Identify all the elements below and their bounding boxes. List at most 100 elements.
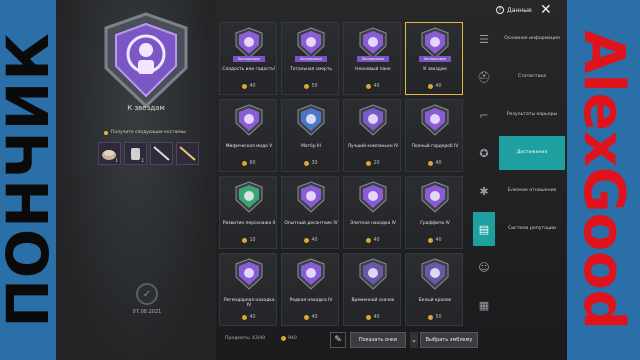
achievement-points: 40 <box>344 238 402 243</box>
reward-item[interactable]: 1 <box>98 142 121 165</box>
achievement-card[interactable]: Легендарная находка IV 40 <box>219 253 277 326</box>
achievement-points: 40 <box>344 84 402 89</box>
achievement-name: Граффити IV <box>420 221 450 226</box>
coin-icon <box>366 84 372 89</box>
achievement-name: Легендарная находка IV <box>223 298 275 308</box>
rabbit-icon <box>421 258 449 290</box>
coin-icon <box>304 315 310 320</box>
achievement-card[interactable]: Мифическая мода V 60 <box>219 99 277 172</box>
side-menu: Основная информация Статистика Результаты … <box>499 22 565 250</box>
achievement-card[interactable]: Граффити IV 40 <box>405 176 463 249</box>
achievement-card[interactable]: Лучший компаньон IV 20 <box>343 99 401 172</box>
punk-icon <box>359 27 387 59</box>
achievement-card[interactable]: Экипирован Неоновый панк 40 <box>343 22 401 95</box>
coin-icon <box>366 161 372 166</box>
achievement-points: 40 <box>220 84 278 89</box>
achievement-name: Тотальная смерть <box>290 67 332 72</box>
coin-icon <box>304 84 310 89</box>
reward-item[interactable] <box>150 142 173 165</box>
coin-icon <box>242 315 248 320</box>
achievement-card[interactable]: Экипирован Тотальная смерть 50 <box>281 22 339 95</box>
reward-note: Получите следующие костюмы: <box>104 130 214 135</box>
coin-icon <box>242 161 248 166</box>
reward-list: 1 1 <box>98 142 199 165</box>
achievement-points: 40 <box>344 315 402 320</box>
coin-icon <box>428 315 434 320</box>
achievements-screen: К звездам Получите следующие костюмы: 1 … <box>56 0 567 360</box>
achievement-name: Опытный десантник IV <box>284 221 338 226</box>
menu-item[interactable]: Статистика <box>499 60 565 94</box>
coin-icon <box>366 315 372 320</box>
achievement-name: Элитная находка IV <box>350 221 396 226</box>
achievement-name: Лучший компаньон IV <box>347 144 399 149</box>
menu-item[interactable]: Результаты карьеры <box>499 98 565 132</box>
reward-count: 1 <box>115 158 118 163</box>
achievement-card[interactable]: Развитие персонажа II 10 <box>219 176 277 249</box>
achievement-name: Матёр III <box>301 144 321 149</box>
points-value: 40 <box>373 84 380 89</box>
show-points-button[interactable]: Показать очки <box>350 332 406 348</box>
achievement-card[interactable]: Редкая находка IV 40 <box>281 253 339 326</box>
coin-icon <box>428 238 434 243</box>
coin-icon <box>366 238 372 243</box>
friends-icon[interactable]: ☺ <box>473 250 495 284</box>
data-button[interactable]: ? Данные <box>496 6 532 14</box>
achievement-points: 20 <box>344 161 402 166</box>
medal-icon[interactable]: ✪ <box>473 136 495 170</box>
grid-icon[interactable]: ▦ <box>473 288 495 322</box>
reward-item[interactable]: 1 <box>124 142 147 165</box>
achievement-name: Белый кролик <box>418 298 452 303</box>
points-value: 30 <box>311 161 318 166</box>
owned-badge: Экипирован <box>295 56 327 62</box>
achievement-card[interactable]: Временной скачок 40 <box>343 253 401 326</box>
achievement-card[interactable]: Экипирован К звездам 40 <box>405 22 463 95</box>
check-emblem-icon: ✓ <box>136 283 158 305</box>
choose-emblem-button[interactable]: Выбрать эмблему <box>420 332 478 348</box>
points-value: 60 <box>249 161 256 166</box>
left-banner-text: ПОНЧИК <box>0 32 56 328</box>
category-icons: ☰ ⛑ ⌐ ✪ ✱ ▤ ☺ ▦ <box>473 22 495 326</box>
points-value: 40 <box>435 84 442 89</box>
coin-icon <box>428 161 434 166</box>
menu-item[interactable]: Основная информация <box>499 22 565 56</box>
close-button[interactable]: ✕ <box>540 2 552 18</box>
achievement-card[interactable]: Опытный десантник IV 40 <box>281 176 339 249</box>
owned-badge: Экипирован <box>419 56 451 62</box>
list-icon[interactable]: ☰ <box>473 22 495 56</box>
chat-icon[interactable]: ▤ <box>473 212 495 246</box>
achievement-points: 60 <box>220 161 278 166</box>
achievement-card[interactable]: Белый кролик 50 <box>405 253 463 326</box>
menu-item[interactable]: Система репутации <box>499 212 565 246</box>
helmet-icon[interactable]: ⛑ <box>473 60 495 94</box>
points-value: 50 <box>435 315 442 320</box>
menu-item[interactable]: Достижения <box>499 136 565 170</box>
reward-item[interactable] <box>176 142 199 165</box>
rifle-icon <box>297 104 325 136</box>
pistol-icon[interactable]: ⌐ <box>473 98 495 132</box>
coin-icon <box>304 238 310 243</box>
spray-icon <box>421 181 449 213</box>
achieved-date: 07.08.2021 <box>132 309 162 315</box>
achievement-points: 40 <box>406 161 464 166</box>
achievement-card[interactable]: Элитная находка IV 40 <box>343 176 401 249</box>
info-icon[interactable]: ⌄ <box>410 332 418 348</box>
bullet-icon <box>104 130 108 135</box>
achievement-card[interactable]: Экипирован Сладость или гадость! 40 <box>219 22 277 95</box>
achievement-card[interactable]: Матёр III 30 <box>281 99 339 172</box>
coin-icon <box>304 161 310 166</box>
achievement-name: Неоновый панк <box>355 67 391 72</box>
edit-button[interactable]: ✎ <box>330 332 346 348</box>
clock-icon <box>359 258 387 290</box>
achievement-points: 40 <box>220 315 278 320</box>
points-value: 50 <box>311 84 318 89</box>
hero-title: К звездам <box>127 104 165 112</box>
astronaut-icon <box>421 27 449 59</box>
bodybuilder-icon[interactable]: ✱ <box>473 174 495 208</box>
menu-item[interactable]: Близкие отношения <box>499 174 565 208</box>
vest-icon <box>297 258 325 290</box>
reward-count: 1 <box>141 158 144 163</box>
achievement-card[interactable]: Полный гардероб IV 40 <box>405 99 463 172</box>
coin-icon <box>281 336 286 341</box>
achievement-name: Временной скачок <box>351 298 395 303</box>
points-value: 40 <box>373 315 380 320</box>
